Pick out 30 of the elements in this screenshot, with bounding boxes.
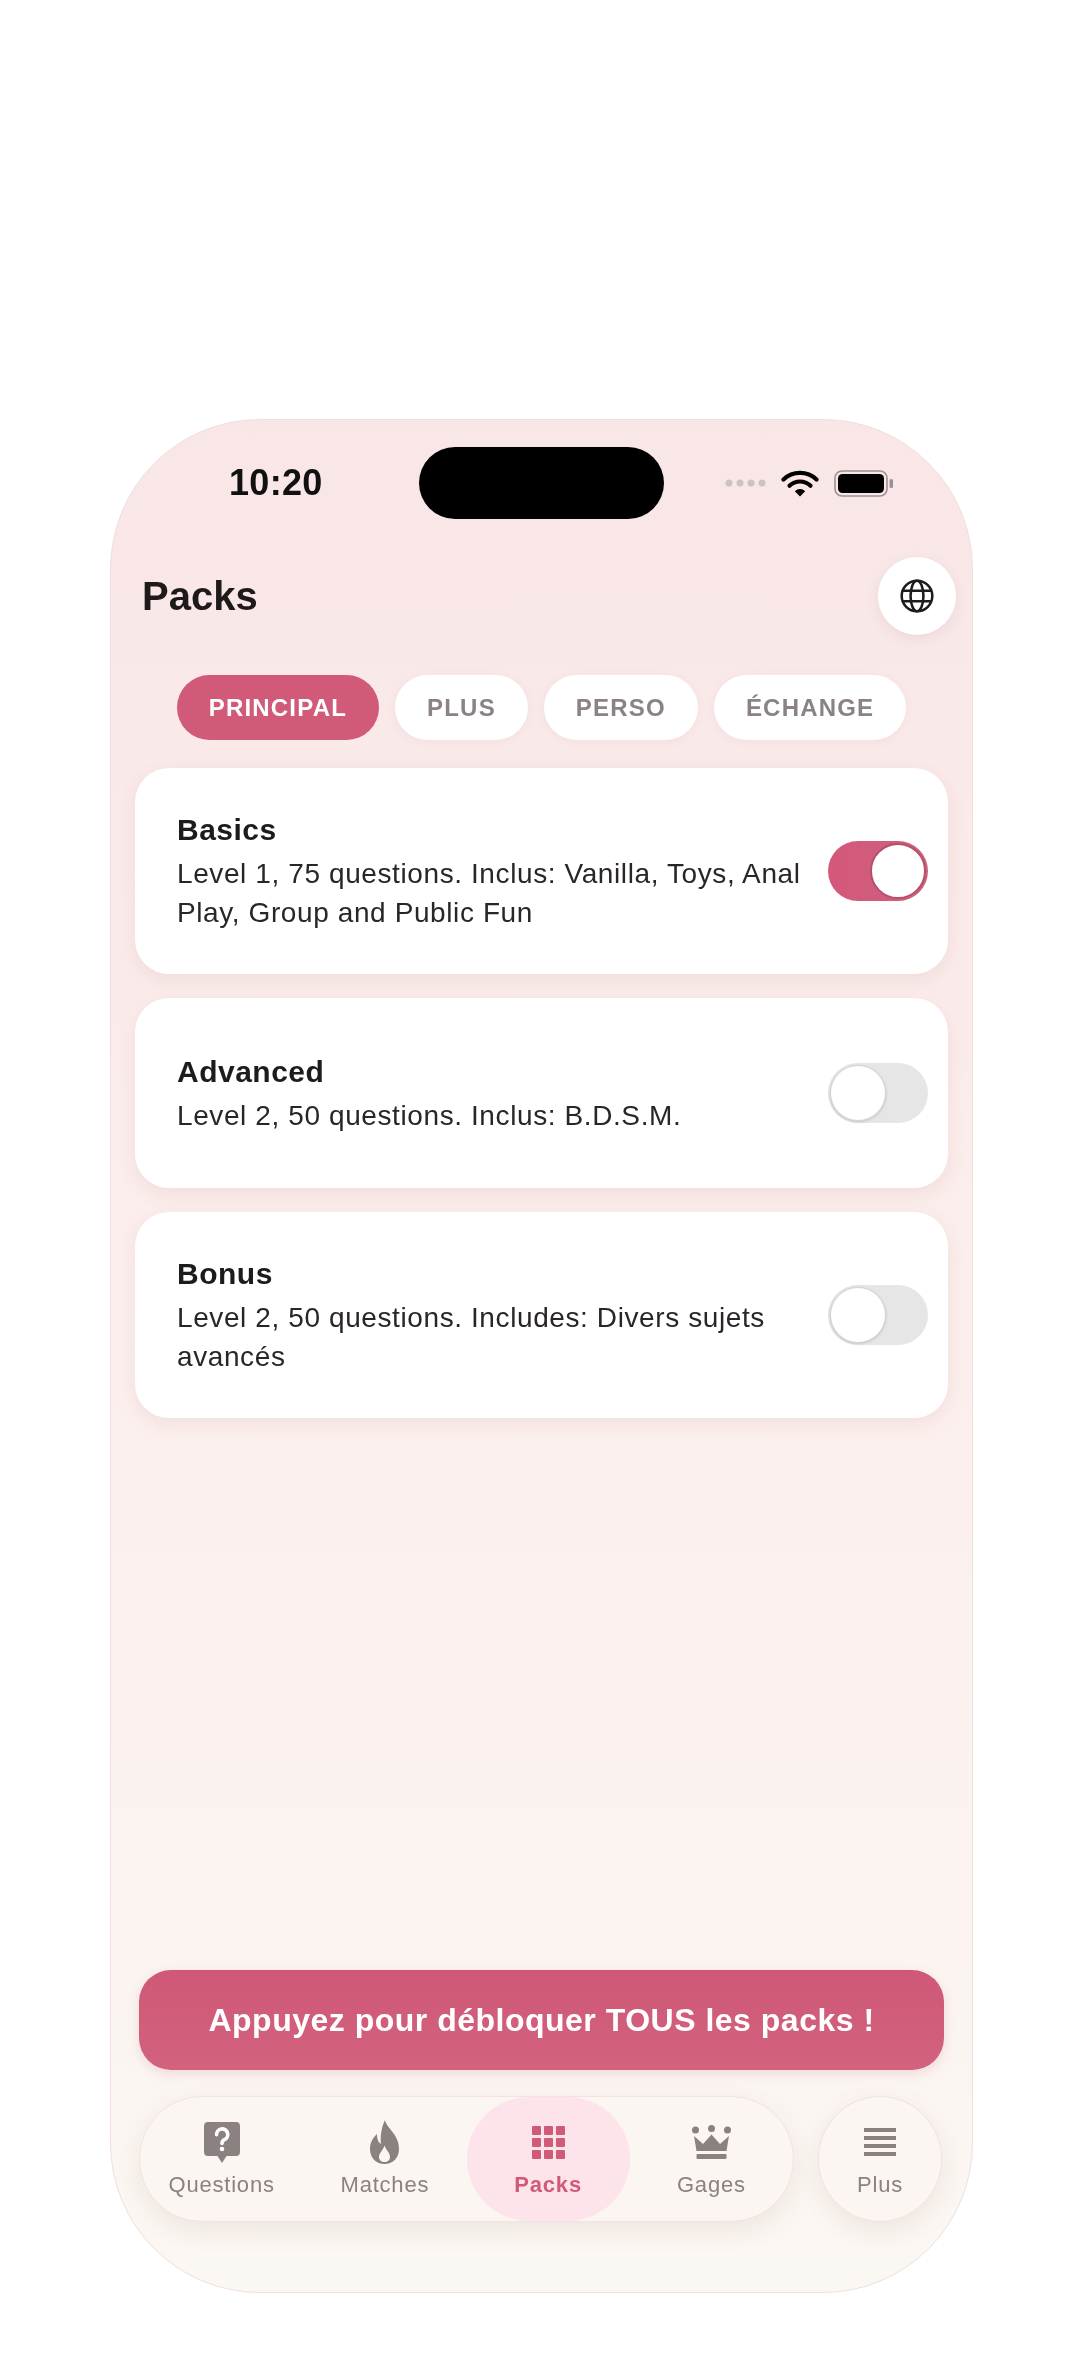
signal-dots-icon xyxy=(725,479,766,487)
toggle-switch[interactable] xyxy=(828,1285,928,1345)
nav-item[interactable]: Packs xyxy=(466,2097,630,2221)
pack-title: Basics xyxy=(177,812,278,848)
nav-item[interactable]: Gages xyxy=(629,2097,793,2221)
status-time: 10:20 xyxy=(229,462,323,504)
pack-description: Level 2, 50 questions. Inclus: B.D.S.M. xyxy=(177,1098,683,1133)
grid-icon xyxy=(531,2125,565,2159)
nav-item[interactable]: Matches xyxy=(303,2097,467,2221)
toggle-switch[interactable] xyxy=(828,841,928,901)
more-button[interactable]: Plus xyxy=(818,2096,942,2222)
pack-title: Bonus xyxy=(177,1256,274,1292)
globe-icon xyxy=(899,578,935,614)
wifi-icon xyxy=(781,469,819,497)
pack-description: Level 1, 75 questions. Inclus: Vanilla, Toys, Anal Play, Group and Public Fun xyxy=(177,857,802,930)
category-tab[interactable]: PERSO xyxy=(543,675,698,740)
menu-icon xyxy=(864,2128,896,2156)
flame-icon xyxy=(370,2120,400,2164)
category-tab[interactable]: PRINCIPAL xyxy=(176,675,380,740)
pack-description: Level 2, 50 questions. Includes: Divers sujets avancés xyxy=(177,1301,766,1374)
crown-icon xyxy=(691,2125,731,2159)
question-icon xyxy=(203,2121,240,2163)
category-tab[interactable]: ÉCHANGE xyxy=(713,675,907,740)
unlock-button[interactable]: Appuyez pour débloquer TOUS les packs ! xyxy=(139,1970,944,2070)
page-title: Packs xyxy=(142,573,258,620)
pack-title: Advanced xyxy=(177,1053,326,1090)
battery-icon xyxy=(834,469,894,497)
category-tab[interactable]: PLUS xyxy=(395,675,528,740)
toggle-switch[interactable] xyxy=(828,1063,928,1123)
nav-item[interactable]: Questions xyxy=(140,2097,304,2221)
